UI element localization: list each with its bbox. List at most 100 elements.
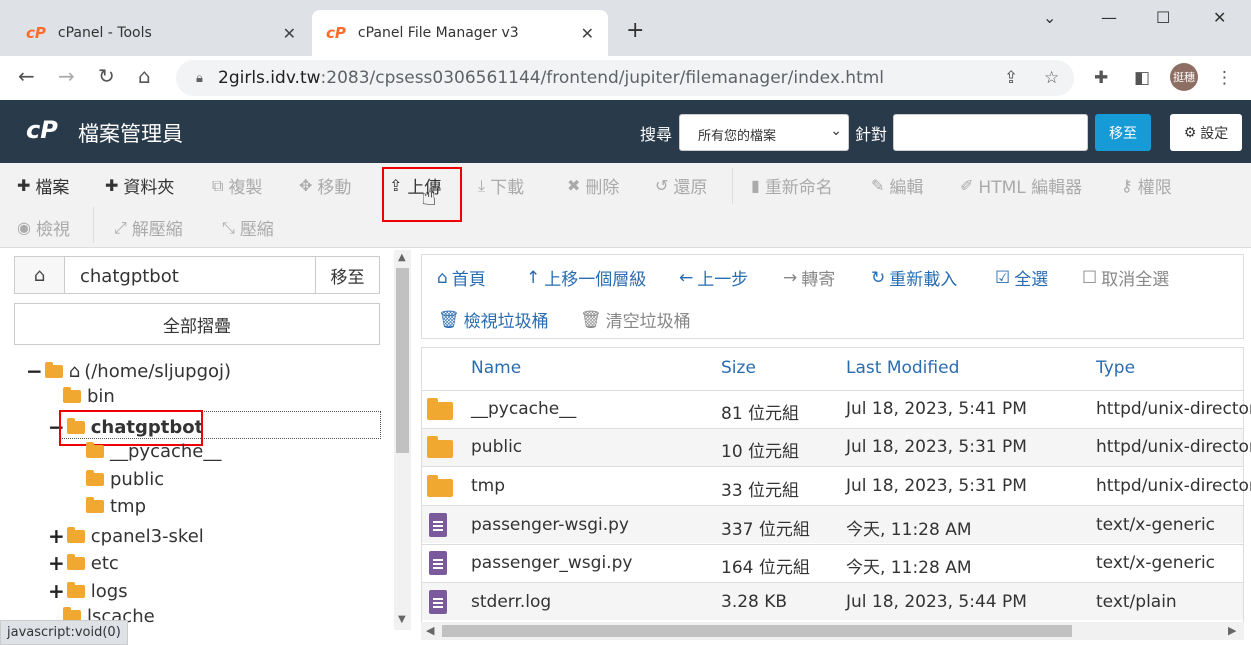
- view-trash-button[interactable]: 🗑︎ 檢視垃圾桶: [438, 307, 549, 333]
- empty-trash-label: 清空垃圾桶: [605, 312, 691, 332]
- scroll-up-icon[interactable]: ▲: [398, 252, 406, 263]
- new-folder-button[interactable]: ✚ 資料夾: [105, 173, 174, 198]
- url-path: :2083/cpsess0306561144/frontend/jupiter/…: [320, 68, 885, 88]
- nav-back-button[interactable]: ← 上一步: [679, 265, 749, 291]
- search-input[interactable]: [893, 114, 1088, 151]
- cpanel-logo[interactable]: cP: [26, 116, 58, 144]
- expand-plus-icon[interactable]: +: [48, 551, 65, 575]
- collapse-all-button[interactable]: 全部摺疊: [14, 303, 380, 345]
- permissions-button[interactable]: ⚷ 權限: [1121, 173, 1172, 198]
- collapse-minus-icon[interactable]: −: [26, 359, 43, 383]
- unselect-all-button[interactable]: ☐ 取消全選: [1082, 265, 1169, 291]
- reload-icon[interactable]: ↻: [98, 64, 115, 88]
- view-trash-label: 檢視垃圾桶: [463, 312, 549, 332]
- tree-node-tmp[interactable]: tmp: [86, 496, 146, 517]
- new-tab-icon[interactable]: +: [626, 18, 644, 43]
- scroll-right-icon[interactable]: ▶: [1228, 624, 1236, 637]
- search-label: 搜尋: [640, 125, 673, 144]
- select-all-button[interactable]: ☑ 全選: [995, 265, 1048, 291]
- folder-icon: [66, 553, 85, 570]
- close-tab-icon[interactable]: ✕: [283, 24, 296, 43]
- column-header-type[interactable]: Type: [1096, 358, 1135, 378]
- tree-node-pycache[interactable]: __pycache__: [86, 441, 221, 462]
- edit-box-icon: ✐: [960, 176, 974, 195]
- file-name: passenger_wsgi.py: [471, 553, 633, 573]
- nav-home-button[interactable]: ⌂ 首頁: [437, 265, 486, 291]
- tree-node-bin[interactable]: bin: [63, 386, 115, 407]
- rename-button[interactable]: ▮ 重新命名: [751, 173, 833, 198]
- tree-node-root[interactable]: − ⌂ (/home/sljupgoj): [26, 359, 231, 383]
- search-scope-value: 所有您的檔案: [698, 129, 777, 144]
- file-name: public: [471, 437, 523, 457]
- view-button[interactable]: ◉ 檢視: [17, 215, 70, 240]
- download-button[interactable]: ⤓ 下載: [478, 173, 525, 199]
- settings-label: 設定: [1200, 125, 1229, 142]
- compress-label: 壓縮: [239, 220, 274, 240]
- copy-button[interactable]: ⧉ 複製: [212, 173, 262, 199]
- home-icon[interactable]: ⌂: [138, 64, 151, 88]
- minimize-icon[interactable]: —: [1101, 8, 1117, 27]
- tree-node-cpanel3-skel[interactable]: + cpanel3-skel: [48, 524, 204, 548]
- close-window-icon[interactable]: ✕: [1213, 8, 1226, 27]
- new-file-button[interactable]: ✚ 檔案: [17, 173, 69, 198]
- html-editor-label: HTML 編輯器: [978, 178, 1083, 198]
- toolbar-divider: [93, 207, 94, 243]
- url-field[interactable]: 2girls.idv.tw:2083/cpsess0306561144/fron…: [176, 60, 1074, 96]
- file-modified: Jul 18, 2023, 5:31 PM: [846, 476, 1027, 496]
- empty-trash-button[interactable]: 🗑︎ 清空垃圾桶: [580, 307, 691, 333]
- forward-arrow-icon[interactable]: →: [58, 64, 75, 88]
- column-header-modified[interactable]: Last Modified: [846, 358, 959, 378]
- file-name: passenger-wsgi.py: [471, 515, 629, 535]
- download-label: 下載: [490, 178, 525, 198]
- expand-plus-icon[interactable]: +: [48, 524, 65, 548]
- tree-scrollbar-thumb[interactable]: [396, 268, 409, 453]
- new-file-label: 檔案: [35, 178, 70, 198]
- lock-icon[interactable]: 🔒︎: [196, 71, 203, 86]
- tree-node-logs[interactable]: + logs: [48, 579, 128, 603]
- cpanel-favicon-icon: cP: [26, 24, 46, 42]
- search-scope-select[interactable]: 所有您的檔案 ⌄: [679, 114, 849, 151]
- side-panel-icon[interactable]: ◧: [1134, 68, 1150, 88]
- column-header-size[interactable]: Size: [721, 358, 756, 378]
- browser-tab-cpanel-tools[interactable]: cP cPanel - Tools ✕: [10, 10, 310, 56]
- maximize-icon[interactable]: ☐: [1156, 8, 1170, 27]
- table-scrollbar-thumb[interactable]: [442, 625, 1072, 637]
- pencil-icon: ✎: [871, 176, 885, 195]
- share-icon[interactable]: ⇪: [1004, 68, 1018, 88]
- nav-up-level-button[interactable]: ↑ 上移一個層級: [526, 265, 646, 291]
- url-host: 2girls.idv.tw: [218, 68, 321, 88]
- tree-node-etc[interactable]: + etc: [48, 551, 119, 575]
- html-editor-button[interactable]: ✐ HTML 編輯器: [960, 173, 1082, 198]
- extensions-puzzle-icon[interactable]: ✚: [1094, 68, 1108, 88]
- column-header-name[interactable]: Name: [471, 358, 521, 378]
- extract-button[interactable]: ⤢ 解壓縮: [114, 215, 183, 241]
- settings-button[interactable]: ⚙ 設定: [1170, 114, 1242, 151]
- tree-node-public[interactable]: public: [86, 469, 164, 490]
- tree-node-label: cpanel3-skel: [90, 525, 204, 547]
- search-go-button[interactable]: 移至: [1095, 114, 1151, 151]
- scroll-down-icon[interactable]: ▼: [398, 614, 406, 625]
- home-directory-button[interactable]: ⌂: [14, 256, 65, 294]
- more-menu-icon[interactable]: ⋮: [1216, 68, 1233, 88]
- restore-button[interactable]: ↺ 還原: [655, 173, 707, 198]
- file-type: httpd/unix-directory: [1096, 399, 1251, 419]
- browser-tab-file-manager[interactable]: cP cPanel File Manager v3 ✕: [312, 10, 608, 56]
- open-folder-icon: [44, 361, 63, 378]
- back-arrow-icon[interactable]: ←: [18, 64, 35, 88]
- path-go-button[interactable]: 移至: [315, 256, 380, 294]
- compress-button[interactable]: ⤡ 壓縮: [222, 215, 274, 241]
- bookmark-star-icon[interactable]: ☆: [1044, 68, 1059, 88]
- edit-button[interactable]: ✎ 編輯: [871, 173, 923, 198]
- scroll-left-icon[interactable]: ◀: [426, 624, 434, 637]
- nav-reload-button[interactable]: ↻ 重新載入: [871, 265, 957, 291]
- folder-icon: [427, 436, 453, 458]
- tab-search-chevron-icon[interactable]: ⌄: [1043, 8, 1056, 27]
- delete-button[interactable]: ✖ 刪除: [567, 173, 619, 198]
- move-button[interactable]: ✥ 移動: [299, 173, 351, 198]
- path-input[interactable]: chatgptbot: [64, 256, 316, 294]
- nav-forward-button[interactable]: → 轉寄: [783, 265, 835, 291]
- expand-plus-icon[interactable]: +: [48, 579, 65, 603]
- close-tab-icon[interactable]: ✕: [581, 24, 594, 43]
- avatar[interactable]: 挺穗: [1170, 63, 1198, 91]
- nav-back-label: 上一步: [697, 270, 749, 290]
